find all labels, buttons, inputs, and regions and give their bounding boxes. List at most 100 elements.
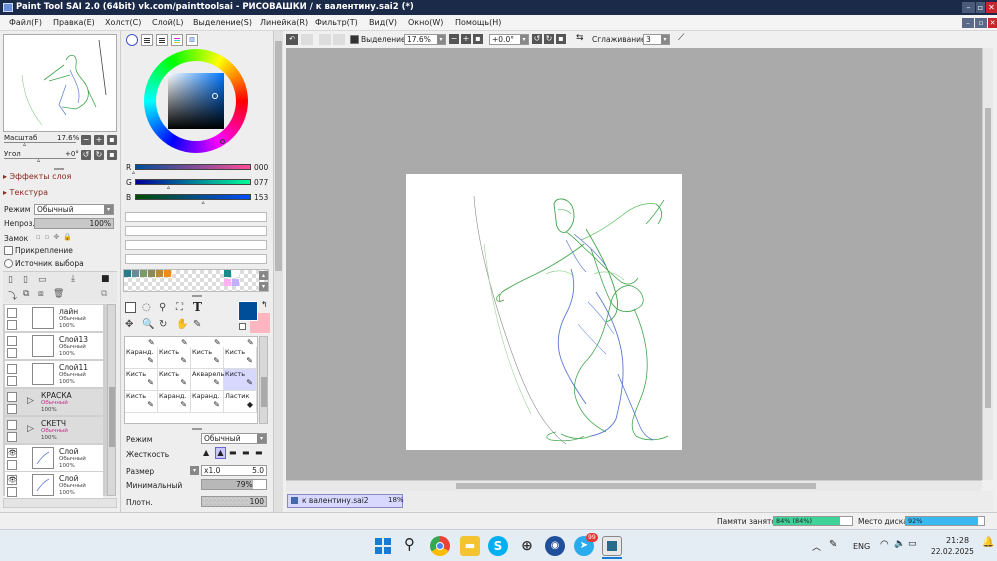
brush-preset[interactable]: Кисть ✎ <box>158 369 191 391</box>
layer-row[interactable]: лайн Обычный 100% <box>5 305 103 332</box>
blue-value[interactable]: 153 <box>254 193 268 202</box>
panel-splitter[interactable] <box>54 168 64 170</box>
eye-icon[interactable] <box>7 308 17 318</box>
texture-section[interactable]: ▸ Текстура <box>3 188 48 197</box>
rotate-tool-icon[interactable]: ↻ <box>159 319 167 330</box>
browser-app-icon[interactable]: ◉ <box>545 536 565 556</box>
color-swatch[interactable] <box>132 270 139 277</box>
zoom-in-button[interactable]: + <box>94 135 104 145</box>
pen-tray-icon[interactable]: ✎ <box>829 539 837 550</box>
middle-panel-scrollbar-thumb[interactable] <box>275 41 282 271</box>
eye-icon[interactable] <box>7 392 17 402</box>
zoom-reset-button[interactable]: ▪ <box>107 135 117 145</box>
rotate-right-button[interactable]: ↻ <box>94 150 104 160</box>
invert-select-icon[interactable] <box>333 34 345 45</box>
eye-icon[interactable] <box>7 336 17 346</box>
hardness-selector[interactable]: ▲ ▲ ▬ ▬ ▬ <box>202 447 266 459</box>
layer-row[interactable]: ▷ КРАСКА Обычный 100% <box>5 389 103 416</box>
layer-list-scrollbar-thumb[interactable] <box>109 387 115 447</box>
density-slider[interactable]: 100 <box>201 496 267 507</box>
color-picker-cursor[interactable] <box>212 93 218 99</box>
folder-expand-icon[interactable]: ▷ <box>27 396 34 406</box>
brush-preset[interactable]: Ластик ◆ <box>224 391 257 413</box>
min-size-slider[interactable]: 79% <box>201 479 267 490</box>
hardness-1-icon[interactable]: ▲ <box>203 448 209 457</box>
document-tab[interactable]: к валентину.sai2 18% <box>287 494 404 508</box>
brush-mode-select[interactable]: Обычный ▾ <box>201 433 267 444</box>
transparent-color-icon[interactable] <box>239 323 246 330</box>
green-slider[interactable] <box>135 179 251 185</box>
red-value[interactable]: 000 <box>254 163 268 172</box>
vpn-app-icon[interactable]: ⊕ <box>517 536 537 556</box>
red-slider-thumb[interactable]: ▵ <box>132 169 135 176</box>
mdi-close-button[interactable]: ✕ <box>988 18 997 28</box>
pen-pressure-icon[interactable]: ⟋ <box>678 33 684 43</box>
layer-lock-checkbox[interactable] <box>7 404 17 414</box>
mdi-minimize-button[interactable]: – <box>962 18 974 28</box>
canvas-zoom-reset-button[interactable]: ▪ <box>473 34 483 44</box>
color-swatch[interactable] <box>232 279 239 286</box>
canvas-vscrollbar[interactable] <box>982 48 993 480</box>
search-icon[interactable]: ⚲ <box>404 535 415 553</box>
battery-icon[interactable]: ▭ <box>908 539 917 549</box>
extra-slider-4[interactable] <box>125 254 267 264</box>
layer-lock-checkbox[interactable] <box>7 460 17 470</box>
zoom-slider-thumb[interactable]: ▵ <box>23 141 26 148</box>
opacity-slider[interactable]: 100% <box>34 218 114 229</box>
canvas-rotate-right-button[interactable]: ↻ <box>544 34 554 44</box>
chrome-icon[interactable] <box>430 536 450 556</box>
layer-list-scrollbar[interactable] <box>107 304 116 496</box>
wifi-icon[interactable]: ◠ <box>880 539 889 550</box>
color-wheel-mode-icon[interactable] <box>126 34 138 46</box>
canvas-paper[interactable] <box>406 174 682 450</box>
menu-help[interactable]: Помощь(H) <box>455 18 501 27</box>
swatches-mode-icon[interactable]: ▥ <box>186 34 198 46</box>
bucket-icon[interactable]: ⛶ <box>176 302 183 313</box>
extra-slider-2[interactable] <box>125 226 267 236</box>
language-indicator[interactable]: ENG <box>853 542 870 551</box>
eye-icon[interactable] <box>7 364 17 374</box>
clipping-checkbox[interactable] <box>4 246 13 255</box>
extra-slider-1[interactable] <box>125 212 267 222</box>
skype-icon[interactable]: S <box>488 536 508 556</box>
brush-preset[interactable]: Кисть ✎ <box>158 347 191 369</box>
trash-icon[interactable]: 🗑 <box>53 289 64 299</box>
color-swatch[interactable] <box>124 270 131 277</box>
zoom-out-button[interactable]: − <box>81 135 91 145</box>
layer-lock-checkbox[interactable] <box>7 487 17 497</box>
hardness-4-icon[interactable]: ▬ <box>242 448 250 457</box>
hue-cursor[interactable] <box>220 139 225 144</box>
volume-icon[interactable]: 🔈 <box>894 539 905 549</box>
layer-row[interactable]: 👁 Слой Обычный 100% <box>5 472 103 499</box>
brush-grid-scrollbar-thumb[interactable] <box>261 377 267 407</box>
eye-icon[interactable]: 👁 <box>7 448 17 458</box>
menu-layer[interactable]: Слой(L) <box>152 18 184 27</box>
green-value[interactable]: 077 <box>254 178 268 187</box>
eye-icon[interactable] <box>7 420 17 430</box>
deselect-icon[interactable] <box>319 34 331 45</box>
maximize-button[interactable]: ▫ <box>976 2 985 13</box>
copy-layer-icon[interactable]: ⧉ <box>23 289 29 299</box>
menu-window[interactable]: Окно(W) <box>408 18 443 27</box>
swatch-scroll-down-icon[interactable]: ▾ <box>259 282 268 291</box>
eye-icon[interactable]: 👁 <box>7 475 17 485</box>
canvas-angle-field[interactable]: +0.0° ▾ <box>489 34 529 45</box>
paint-tool-sai-icon[interactable] <box>602 536 622 556</box>
brush-preset[interactable]: Кисть ✎ <box>125 369 158 391</box>
layer-row[interactable]: Слой13 Обычный 100% <box>5 333 103 360</box>
blue-slider[interactable] <box>135 194 251 200</box>
folder-expand-icon[interactable]: ▷ <box>27 424 34 434</box>
tray-chevron-up-icon[interactable]: ︿ <box>812 540 821 553</box>
menu-filter[interactable]: Фильтр(T) <box>315 18 358 27</box>
layer-options-icon[interactable]: ⧉ <box>101 289 107 299</box>
zoom-tool-icon[interactable]: 🔍 <box>142 319 154 330</box>
red-slider[interactable] <box>135 164 251 170</box>
menu-selection[interactable]: Выделение(S) <box>193 18 252 27</box>
panel-splitter-3[interactable] <box>192 428 202 430</box>
mixer-mode-icon[interactable] <box>171 34 183 46</box>
layer-hscrollbar[interactable] <box>3 498 117 508</box>
file-explorer-icon[interactable]: ▬ <box>460 536 480 556</box>
rotate-reset-button[interactable]: ▪ <box>107 150 117 160</box>
canvas-hscrollbar[interactable] <box>286 480 982 491</box>
canvas-zoom-out-button[interactable]: − <box>449 34 459 44</box>
